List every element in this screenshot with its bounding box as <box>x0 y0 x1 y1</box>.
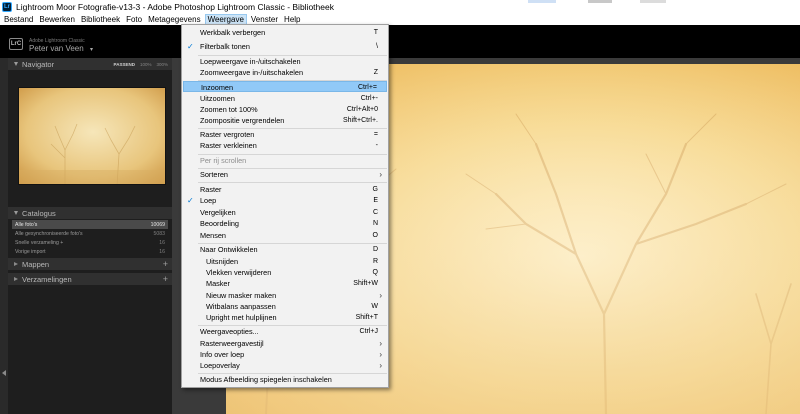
user-name-label: Peter van Veen <box>29 44 84 53</box>
minimize-button[interactable] <box>528 0 556 3</box>
navigator-zoom-options: PASSEND 100% 300% <box>114 62 168 67</box>
catalog-item-count: 16 <box>159 239 165 246</box>
checkmark-icon: ✓ <box>187 42 194 51</box>
menu-item-go-to-develop[interactable]: Naar Ontwikkelen D <box>183 244 387 255</box>
zoom-option-fit[interactable]: PASSEND <box>114 62 135 67</box>
menu-item-zoom-100[interactable]: Zoomen tot 100% Ctrl+Alt+0 <box>183 104 387 115</box>
menu-item-survey[interactable]: Beoordeling N <box>183 218 387 229</box>
menu-item-zoom-in[interactable]: Inzoomen Ctrl+= <box>183 81 387 92</box>
menu-item-crop[interactable]: Uitsnijden R <box>183 256 387 267</box>
maximize-button[interactable] <box>588 0 612 3</box>
identity-plate-bar: LrC Adobe Lightroom Classic Peter van Ve… <box>0 25 800 58</box>
left-panel-toggle[interactable] <box>0 58 8 414</box>
chevron-right-icon: › <box>379 361 382 370</box>
catalog-item-quick-collection[interactable]: Snelle verzameling + 16 <box>12 238 168 247</box>
menu-item-hide-toolbar[interactable]: Werkbalk verbergen T <box>183 27 387 38</box>
lightroom-app-icon: Lr <box>2 2 12 12</box>
menu-bewerken[interactable]: Bewerken <box>37 14 77 25</box>
chevron-right-icon: › <box>379 350 382 359</box>
zoom-option-300[interactable]: 300% <box>156 62 168 67</box>
triangle-down-icon <box>14 62 18 66</box>
navigator-header[interactable]: Navigator PASSEND 100% 300% <box>8 58 172 70</box>
menu-item-lock-zoom-position[interactable]: Zoompositie vergrendelen Shift+Ctrl+. <box>183 115 387 126</box>
catalog-item-label: Alle gesynchroniseerde foto's <box>15 230 83 237</box>
close-button[interactable] <box>640 0 666 3</box>
catalog-item-count: 16 <box>159 248 165 255</box>
add-folder-button[interactable]: + <box>163 259 168 269</box>
menu-bibliotheek[interactable]: Bibliotheek <box>79 14 122 25</box>
menu-item-white-balance[interactable]: Witbalans aanpassen W <box>183 301 387 312</box>
chevron-right-icon: › <box>379 339 382 348</box>
navigator-thumbnail[interactable] <box>18 87 166 185</box>
menu-item-sort[interactable]: Sorteren › <box>183 169 387 180</box>
menu-item-zoom-out[interactable]: Uitzoomen Ctrl+- <box>183 93 387 104</box>
menu-item-view-options[interactable]: Weergaveopties... Ctrl+J <box>183 326 387 337</box>
catalog-item-count: 5083 <box>153 230 165 237</box>
triangle-right-icon <box>14 277 18 281</box>
menu-item-grid-larger[interactable]: Raster vergroten = <box>183 129 387 140</box>
menu-item-show-filter-bar[interactable]: ✓ Filterbalk tonen \ <box>183 41 387 52</box>
menu-item-toggle-loupe[interactable]: Loepweergave in-/uitschakelen <box>183 56 387 67</box>
menu-item-toggle-zoom[interactable]: Zoomweergave in-/uitschakelen Z <box>183 67 387 78</box>
lrc-logo: LrC <box>9 38 23 50</box>
menu-separator <box>198 182 387 183</box>
menu-foto[interactable]: Foto <box>124 14 144 25</box>
catalog-item-label: Vorige import <box>15 248 46 255</box>
menu-item-grid-view-style[interactable]: Rasterweergavestijl › <box>183 338 387 349</box>
collections-title: Verzamelingen <box>22 274 72 284</box>
menu-item-people[interactable]: Mensen O <box>183 230 387 241</box>
triangle-left-icon <box>2 370 6 376</box>
chevron-down-icon: ▾ <box>89 47 93 53</box>
chevron-right-icon: › <box>379 170 382 179</box>
folders-header[interactable]: Mappen + <box>8 258 172 270</box>
menu-item-loupe[interactable]: ✓ Loep E <box>183 195 387 206</box>
zoom-option-100[interactable]: 100% <box>140 62 152 67</box>
catalog-item-synced-photos[interactable]: Alle gesynchroniseerde foto's 5083 <box>12 229 168 238</box>
menu-item-grid[interactable]: Raster G <box>183 184 387 195</box>
triangle-right-icon <box>14 262 18 266</box>
catalog-title: Catalogus <box>22 208 56 218</box>
menu-item-loupe-info[interactable]: Info over loep › <box>183 349 387 360</box>
view-menu-dropdown: Werkbalk verbergen T ✓ Filterbalk tonen … <box>181 24 389 388</box>
catalog-item-label: Snelle verzameling + <box>15 239 64 246</box>
catalog-item-count: 10069 <box>150 221 165 228</box>
window-title: Lightroom Moor Fotografie-v13-3 - Adobe … <box>16 2 334 12</box>
chevron-right-icon: › <box>379 291 382 300</box>
menu-item-spot-removal[interactable]: Vlekken verwijderen Q <box>183 267 387 278</box>
menu-item-loupe-overlay[interactable]: Loepoverlay › <box>183 360 387 371</box>
menu-item-new-mask[interactable]: Nieuw masker maken › <box>183 290 387 301</box>
add-collection-button[interactable]: + <box>163 274 168 284</box>
navigator-title: Navigator <box>22 59 55 69</box>
menu-item-guided-upright[interactable]: Upright met hulplijnen Shift+T <box>183 312 387 323</box>
user-name[interactable]: Peter van Veen ▾ <box>29 44 93 53</box>
collections-header[interactable]: Verzamelingen + <box>8 273 172 285</box>
catalog-header[interactable]: Catalogus <box>8 207 172 219</box>
catalog-item-all-photos[interactable]: Alle foto's 10069 <box>12 220 168 229</box>
catalog-item-label: Alle foto's <box>15 221 38 228</box>
menu-item-masking[interactable]: Masker Shift+W <box>183 278 387 289</box>
menu-item-scroll-by-row: Per rij scrollen <box>200 156 247 165</box>
menu-item-mirror-mode[interactable]: Modus Afbeelding spiegelen inschakelen <box>183 374 387 385</box>
menu-item-grid-smaller[interactable]: Raster verkleinen - <box>183 140 387 151</box>
catalog-item-previous-import[interactable]: Vorige import 16 <box>12 247 168 256</box>
triangle-down-icon <box>14 211 18 215</box>
menu-item-compare[interactable]: Vergelijken C <box>183 207 387 218</box>
checkmark-icon: ✓ <box>187 196 194 205</box>
menu-bestand[interactable]: Bestand <box>2 14 35 25</box>
folders-title: Mappen <box>22 259 50 269</box>
window-title-bar: Lr Lightroom Moor Fotografie-v13-3 - Ado… <box>0 0 800 14</box>
menu-bar: Bestand Bewerken Bibliotheek Foto Metage… <box>0 14 800 25</box>
